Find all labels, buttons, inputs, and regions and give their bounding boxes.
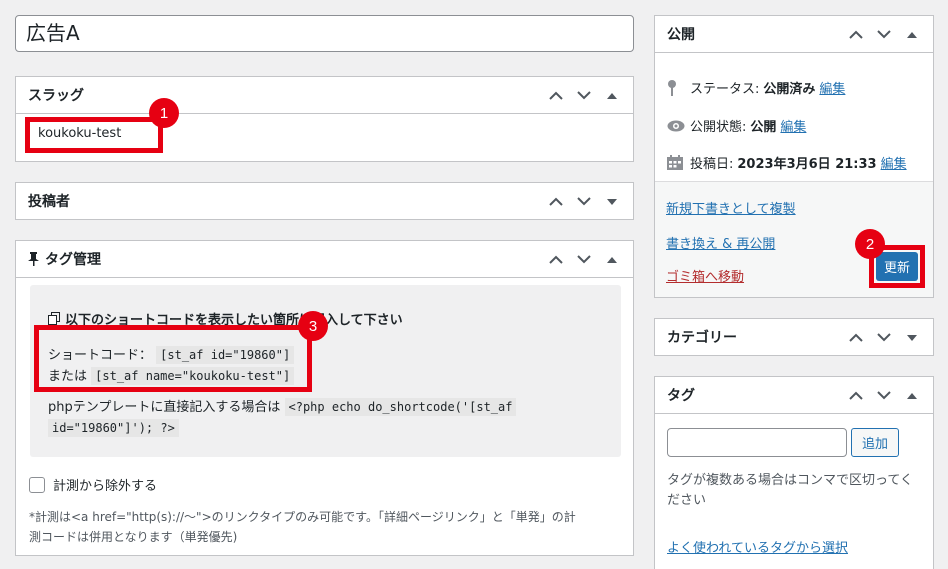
status-label: ステータス: — [690, 82, 760, 97]
expand-toggle-icon[interactable] — [601, 191, 623, 213]
author-heading: 投稿者 — [28, 194, 70, 210]
move-up-icon[interactable] — [545, 85, 567, 107]
exclude-measurement-label: 計測から除外する — [53, 479, 158, 494]
move-up-icon[interactable] — [545, 191, 567, 213]
category-box: カテゴリー — [654, 318, 934, 356]
move-to-trash-link[interactable]: ゴミ箱へ移動 — [666, 266, 744, 285]
pin-icon — [28, 252, 39, 266]
move-down-icon[interactable] — [873, 24, 895, 46]
move-up-icon[interactable] — [845, 385, 867, 407]
eye-icon — [667, 120, 685, 132]
move-down-icon[interactable] — [573, 249, 595, 271]
visibility-value: 公開 — [750, 120, 777, 135]
tag-hint-line-2: ださい — [667, 493, 707, 508]
slug-heading: スラッグ — [16, 77, 633, 114]
copy-as-draft-link[interactable]: 新規下書きとして複製 — [666, 198, 796, 217]
move-down-icon[interactable] — [873, 327, 895, 349]
author-box: 投稿者 — [15, 182, 634, 220]
move-down-icon[interactable] — [573, 191, 595, 213]
collapse-toggle-icon[interactable] — [601, 249, 623, 271]
popular-tags-link[interactable]: よく使われているタグから選択 — [667, 537, 848, 556]
visibility-label: 公開状態: — [690, 120, 747, 135]
calendar-icon — [667, 155, 685, 170]
tag-hint-line-1: タグが複数ある場合はコンマで区切ってく — [667, 473, 913, 488]
annotation-badge-3: 3 — [298, 311, 328, 341]
date-label: 投稿日: — [690, 157, 734, 172]
move-up-icon[interactable] — [845, 327, 867, 349]
tag-management-box: タグ管理 以下のショートコードを表示したい箇所に記入して下さい ショートコード：… — [15, 240, 634, 556]
status-value: 公開済み — [763, 82, 816, 97]
edit-date-link[interactable]: 編集 — [881, 153, 907, 172]
edit-visibility-link[interactable]: 編集 — [780, 116, 806, 135]
annotation-badge-1: 1 — [149, 98, 179, 128]
annotation-box-3 — [34, 325, 312, 392]
rewrite-republish-link[interactable]: 書き換え & 再公開 — [666, 233, 775, 252]
php-label: phpテンプレートに直接記入する場合は — [48, 400, 281, 415]
annotation-box-1 — [25, 117, 163, 153]
annotation-badge-2: 2 — [855, 229, 885, 259]
tag-input[interactable] — [667, 428, 847, 457]
tag-management-heading: タグ管理 — [45, 252, 101, 268]
measurement-note-line-2: 測コードは併用となります（単発優先) — [29, 530, 238, 544]
collapse-toggle-icon[interactable] — [601, 85, 623, 107]
measurement-note-line-1: *計測は<a href="http(s)://〜">のリンクタイプのみ可能です。… — [29, 510, 576, 524]
expand-toggle-icon[interactable] — [901, 327, 923, 349]
php-code-line-2[interactable]: id="19860"]'); ?> — [48, 419, 179, 437]
exclude-measurement-checkbox[interactable] — [29, 476, 45, 493]
copy-icon — [48, 312, 60, 325]
move-up-icon[interactable] — [845, 24, 867, 46]
post-title-input[interactable]: 広告A — [15, 15, 634, 52]
php-code-line-1[interactable]: <?php echo do_shortcode('[st_af — [284, 398, 517, 416]
collapse-toggle-icon[interactable] — [901, 24, 923, 46]
edit-status-link[interactable]: 編集 — [819, 78, 845, 97]
pin-status-icon — [667, 79, 685, 96]
date-value: 2023年3月6日 21:33 — [737, 157, 877, 172]
move-down-icon[interactable] — [873, 385, 895, 407]
collapse-toggle-icon[interactable] — [901, 385, 923, 407]
move-up-icon[interactable] — [545, 249, 567, 271]
tags-box: タグ 追加 タグが複数ある場合はコンマで区切ってく ださい よく使われているタグ… — [654, 376, 934, 569]
add-tag-button[interactable]: 追加 — [851, 428, 899, 457]
move-down-icon[interactable] — [573, 85, 595, 107]
